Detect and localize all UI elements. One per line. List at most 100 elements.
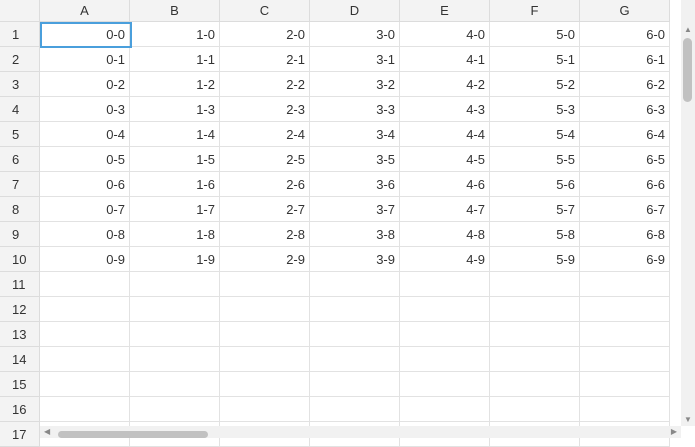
cell-c15[interactable] <box>220 372 310 397</box>
cell-a9[interactable]: 0-8 <box>40 222 130 247</box>
cell-a13[interactable] <box>40 322 130 347</box>
cell-e2[interactable]: 4-1 <box>400 47 490 72</box>
cell-e1[interactable]: 4-0 <box>400 22 490 47</box>
cell-e16[interactable] <box>400 397 490 422</box>
cell-a11[interactable] <box>40 272 130 297</box>
column-header-g[interactable]: G <box>580 0 670 22</box>
cell-b8[interactable]: 1-7 <box>130 197 220 222</box>
cell-d10[interactable]: 3-9 <box>310 247 400 272</box>
cell-e11[interactable] <box>400 272 490 297</box>
cell-e8[interactable]: 4-7 <box>400 197 490 222</box>
cell-c8[interactable]: 2-7 <box>220 197 310 222</box>
cell-e12[interactable] <box>400 297 490 322</box>
cell-b4[interactable]: 1-3 <box>130 97 220 122</box>
cell-g16[interactable] <box>580 397 670 422</box>
cell-b15[interactable] <box>130 372 220 397</box>
cell-f10[interactable]: 5-9 <box>490 247 580 272</box>
cell-f7[interactable]: 5-6 <box>490 172 580 197</box>
cell-b2[interactable]: 1-1 <box>130 47 220 72</box>
cell-f1[interactable]: 5-0 <box>490 22 580 47</box>
cell-c12[interactable] <box>220 297 310 322</box>
cell-c1[interactable]: 2-0 <box>220 22 310 47</box>
cell-a6[interactable]: 0-5 <box>40 147 130 172</box>
cell-a7[interactable]: 0-6 <box>40 172 130 197</box>
cell-g11[interactable] <box>580 272 670 297</box>
cell-b7[interactable]: 1-6 <box>130 172 220 197</box>
row-header-12[interactable]: 12 <box>0 297 40 322</box>
row-header-5[interactable]: 5 <box>0 122 40 147</box>
cell-g3[interactable]: 6-2 <box>580 72 670 97</box>
cell-g7[interactable]: 6-6 <box>580 172 670 197</box>
row-header-16[interactable]: 16 <box>0 397 40 422</box>
cell-d1[interactable]: 3-0 <box>310 22 400 47</box>
row-header-6[interactable]: 6 <box>0 147 40 172</box>
scroll-down-icon[interactable]: ▼ <box>684 415 692 424</box>
cell-f8[interactable]: 5-7 <box>490 197 580 222</box>
column-header-a[interactable]: A <box>40 0 130 22</box>
cell-f14[interactable] <box>490 347 580 372</box>
cell-g5[interactable]: 6-4 <box>580 122 670 147</box>
cell-g14[interactable] <box>580 347 670 372</box>
cell-g1[interactable]: 6-0 <box>580 22 670 47</box>
row-header-11[interactable]: 11 <box>0 272 40 297</box>
cell-g4[interactable]: 6-3 <box>580 97 670 122</box>
cell-e14[interactable] <box>400 347 490 372</box>
cell-f16[interactable] <box>490 397 580 422</box>
cell-c3[interactable]: 2-2 <box>220 72 310 97</box>
cell-e5[interactable]: 4-4 <box>400 122 490 147</box>
column-header-b[interactable]: B <box>130 0 220 22</box>
scroll-right-icon[interactable]: ▶ <box>671 427 677 436</box>
cell-d2[interactable]: 3-1 <box>310 47 400 72</box>
cell-a14[interactable] <box>40 347 130 372</box>
cell-e7[interactable]: 4-6 <box>400 172 490 197</box>
cell-a16[interactable] <box>40 397 130 422</box>
row-header-7[interactable]: 7 <box>0 172 40 197</box>
cell-c13[interactable] <box>220 322 310 347</box>
row-header-10[interactable]: 10 <box>0 247 40 272</box>
column-header-d[interactable]: D <box>310 0 400 22</box>
horizontal-scrollbar[interactable]: ◀ ▶ <box>40 426 681 438</box>
cell-f13[interactable] <box>490 322 580 347</box>
cell-c4[interactable]: 2-3 <box>220 97 310 122</box>
spreadsheet-grid[interactable]: ABCDEFG 1 2 3 4 5 6 7 8 9 10 11 12 13 14 15 16 17 0-0 1-0… <box>0 0 695 447</box>
scroll-up-icon[interactable]: ▲ <box>684 25 692 34</box>
cell-b10[interactable]: 1-9 <box>130 247 220 272</box>
row-header-9[interactable]: 9 <box>0 222 40 247</box>
cell-d12[interactable] <box>310 297 400 322</box>
cell-e10[interactable]: 4-9 <box>400 247 490 272</box>
row-header-13[interactable]: 13 <box>0 322 40 347</box>
cell-g9[interactable]: 6-8 <box>580 222 670 247</box>
row-header-15[interactable]: 15 <box>0 372 40 397</box>
cell-a1[interactable]: 0-0 <box>40 22 130 47</box>
cell-e9[interactable]: 4-8 <box>400 222 490 247</box>
cell-g12[interactable] <box>580 297 670 322</box>
cell-b5[interactable]: 1-4 <box>130 122 220 147</box>
cell-f9[interactable]: 5-8 <box>490 222 580 247</box>
cell-e15[interactable] <box>400 372 490 397</box>
cell-c16[interactable] <box>220 397 310 422</box>
cell-f12[interactable] <box>490 297 580 322</box>
cell-c2[interactable]: 2-1 <box>220 47 310 72</box>
cell-d14[interactable] <box>310 347 400 372</box>
cell-e3[interactable]: 4-2 <box>400 72 490 97</box>
cell-d6[interactable]: 3-5 <box>310 147 400 172</box>
column-header-c[interactable]: C <box>220 0 310 22</box>
cell-b12[interactable] <box>130 297 220 322</box>
cell-b13[interactable] <box>130 322 220 347</box>
row-header-17[interactable]: 17 <box>0 422 40 447</box>
cell-f2[interactable]: 5-1 <box>490 47 580 72</box>
cell-c9[interactable]: 2-8 <box>220 222 310 247</box>
cell-d7[interactable]: 3-6 <box>310 172 400 197</box>
cell-g13[interactable] <box>580 322 670 347</box>
row-header-1[interactable]: 1 <box>0 22 40 47</box>
vertical-scroll-thumb[interactable] <box>683 38 692 102</box>
cell-a8[interactable]: 0-7 <box>40 197 130 222</box>
cell-b14[interactable] <box>130 347 220 372</box>
select-all-corner[interactable] <box>0 0 40 22</box>
cell-d9[interactable]: 3-8 <box>310 222 400 247</box>
cell-a2[interactable]: 0-1 <box>40 47 130 72</box>
column-header-e[interactable]: E <box>400 0 490 22</box>
cell-c10[interactable]: 2-9 <box>220 247 310 272</box>
cell-g10[interactable]: 6-9 <box>580 247 670 272</box>
cell-f6[interactable]: 5-5 <box>490 147 580 172</box>
